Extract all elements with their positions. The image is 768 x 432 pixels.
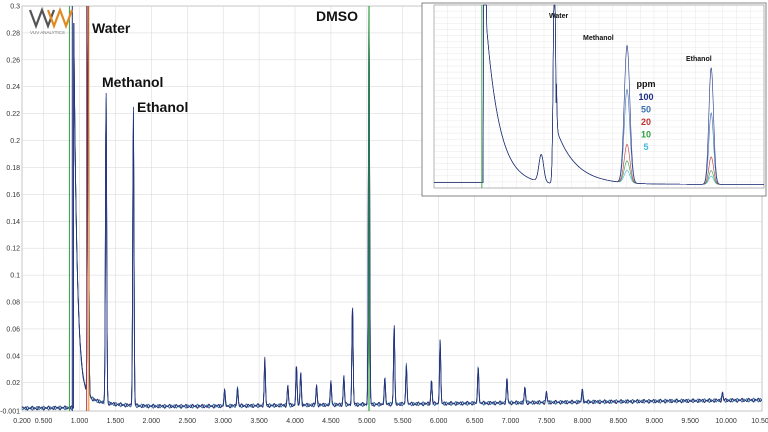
- legend-entry: 20: [641, 117, 651, 127]
- y-tick-label: 0.26: [6, 57, 20, 64]
- y-tick-label: 0.22: [6, 111, 20, 118]
- inset-peak-label: Ethanol: [686, 56, 712, 63]
- x-tick-label: 6.500: [466, 418, 484, 425]
- x-tick-label: 3.000: [214, 418, 232, 425]
- logo-text: VUV ANALYTICS: [30, 30, 65, 35]
- y-tick-label: 0.24: [6, 84, 20, 91]
- inset-chromatogram: Water Methanol Ethanol ppm 100 50 20 10 5: [421, 2, 767, 197]
- legend-entry: 100: [638, 92, 653, 102]
- y-tick-label: 0.12: [6, 246, 20, 253]
- y-tick-label: 0.1: [10, 273, 20, 280]
- y-tick-label: 0.04: [6, 353, 20, 360]
- inset-peak-label: Methanol: [583, 35, 614, 42]
- y-tick-label: 0.16: [6, 192, 20, 199]
- x-tick-label: 4.500: [322, 418, 340, 425]
- x-tick-label: 7.500: [538, 418, 556, 425]
- x-tick-label: 8.000: [574, 418, 592, 425]
- y-tick-label: 0.02: [6, 380, 20, 387]
- legend-entry: 5: [643, 142, 648, 152]
- peak-label: Water: [92, 20, 131, 36]
- legend-entry: 50: [641, 105, 651, 115]
- x-tick-label: 10.500: [751, 418, 768, 425]
- y-tick-label: 0.2: [10, 138, 20, 145]
- x-tick-label: 2.000: [143, 418, 161, 425]
- x-tick-label: 1.500: [107, 418, 125, 425]
- x-tick-label: 2.500: [178, 418, 196, 425]
- x-tick-label: 3.500: [250, 418, 268, 425]
- x-tick-label: 1.000: [71, 418, 89, 425]
- x-tick-label: 9.500: [681, 418, 699, 425]
- y-tick-label: 0.06: [6, 326, 20, 333]
- x-tick-label: 0.500: [35, 418, 53, 425]
- legend-title: ppm: [637, 79, 656, 89]
- chromatogram-figure: 0.200 0.500 1.000 1.500 2.000 2.500 3.000 3.500…: [0, 0, 768, 432]
- x-tick-label: 4.000: [286, 418, 304, 425]
- x-tick-label: 9.000: [645, 418, 663, 425]
- x-tick-label: 7.000: [502, 418, 520, 425]
- peak-label: DMSO: [316, 8, 358, 24]
- x-tick-label: 6.000: [430, 418, 448, 425]
- x-tick-label: 0.200: [13, 418, 31, 425]
- x-tick-label: 10.000: [715, 418, 737, 425]
- y-tick-label: 0.08: [6, 300, 20, 307]
- y-tick-label: 0.3: [10, 4, 20, 11]
- y-tick-label: 0.28: [6, 30, 20, 37]
- peak-label: Ethanol: [137, 99, 188, 115]
- inset-peak-label: Water: [549, 13, 568, 20]
- peak-label: Methanol: [102, 74, 163, 90]
- x-tick-label: 5.000: [358, 418, 376, 425]
- y-tick-label: -0.001: [0, 409, 20, 416]
- x-tick-label: 8.500: [610, 418, 628, 425]
- y-tick-label: 0.18: [6, 165, 20, 172]
- x-tick-label: 5.500: [394, 418, 412, 425]
- inset-plot-frame: [421, 2, 767, 197]
- y-tick-label: 0.14: [6, 219, 20, 226]
- legend-entry: 10: [641, 130, 651, 140]
